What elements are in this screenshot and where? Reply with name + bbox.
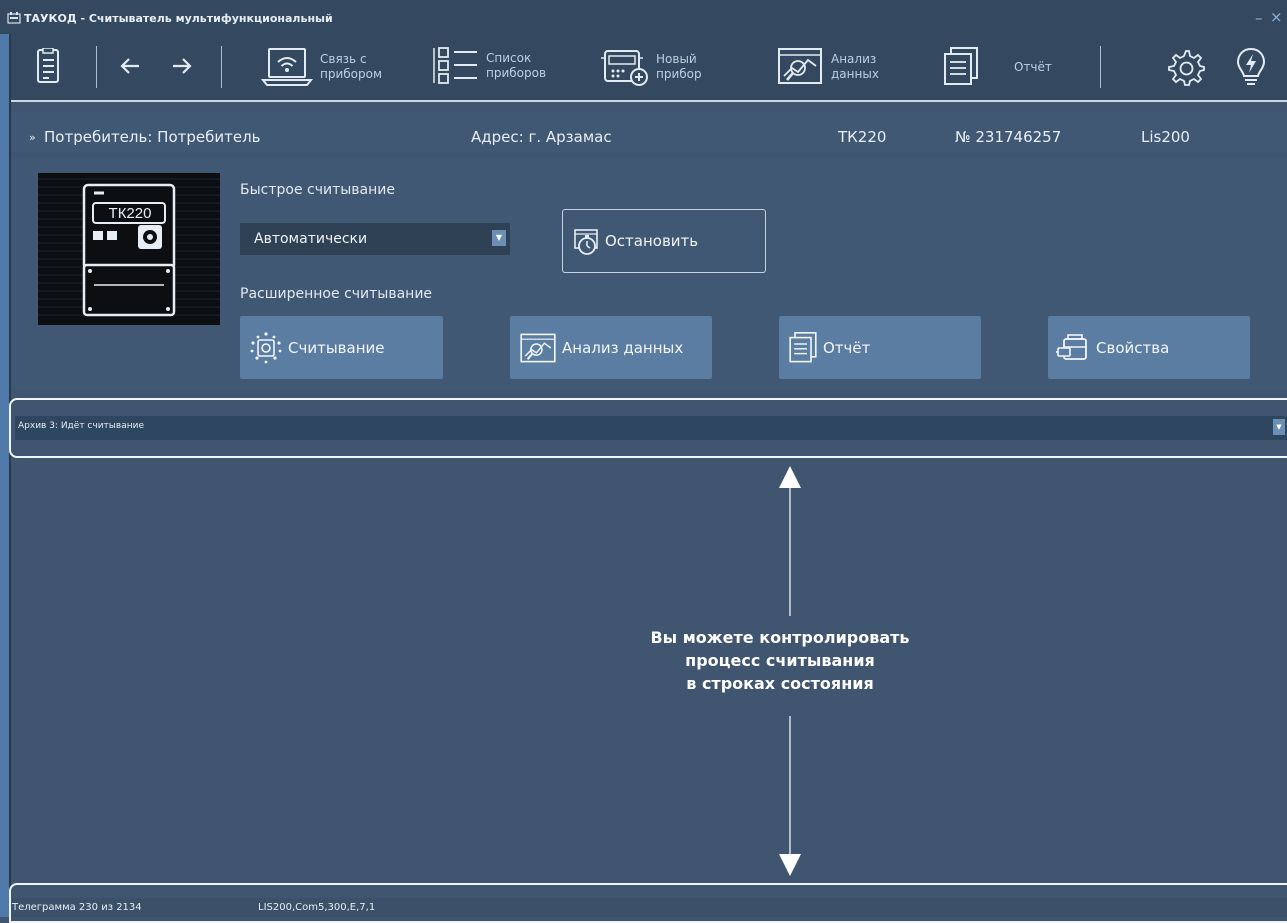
window-title: ТАУКОД - Считыватель мультифункциональны… (24, 12, 333, 25)
report-icon (944, 47, 978, 85)
device-info-bar: » Потребитель: Потребитель Адрес: г. Арз… (11, 112, 1287, 152)
arrow-right-icon (173, 58, 192, 74)
reading-icon (250, 331, 282, 363)
arrow-left-icon (120, 58, 139, 74)
report-icon (789, 331, 817, 362)
toolbar-data-analysis-button[interactable]: Анализ данных (776, 46, 879, 88)
annotation-text: Вы можете контролировать процесс считыва… (580, 626, 980, 695)
read-mode-value: Автоматически (254, 231, 368, 247)
report-button[interactable]: Отчёт (779, 316, 981, 379)
archive-status-line[interactable]: Архив 3: Идёт считывание ▼ (15, 416, 1287, 440)
read-button-label: Считывание (288, 338, 385, 357)
read-mode-select[interactable]: Автоматически ▼ (240, 223, 510, 255)
toolbar-connect-button[interactable]: Связь с прибором (261, 46, 382, 88)
annotation-line: в строках состояния (686, 674, 874, 693)
annotation-line: процесс считывания (685, 651, 875, 670)
connection-params: LIS200,Com5,300,E,7,1 (258, 902, 376, 913)
toolbar-device-list-button[interactable]: Список приборов (433, 46, 546, 86)
data-analysis-button[interactable]: Анализ данных (510, 316, 712, 379)
telegram-counter: Телеграмма 230 из 2134 (12, 902, 142, 913)
toolbar-label: Отчёт (1014, 59, 1052, 74)
window-left-frame (0, 0, 9, 917)
address-label: Адрес: г. Арзамас (471, 128, 612, 146)
app-logo-icon (7, 12, 21, 24)
minimize-button[interactable]: – (1255, 9, 1263, 27)
data-analysis-icon (520, 333, 556, 362)
annotation-line: Вы можете контролировать (650, 628, 910, 647)
chevron-down-icon[interactable]: ▼ (1273, 419, 1285, 435)
toolbar-separator (96, 46, 97, 88)
toolbar-label: Анализ данных (831, 52, 879, 81)
properties-button-label: Свойства (1096, 338, 1170, 357)
back-button[interactable] (119, 56, 141, 76)
device-image (38, 173, 220, 325)
toolbar-report-button[interactable]: Отчёт (941, 46, 1052, 88)
forward-button[interactable] (171, 56, 193, 76)
extended-read-label: Расширенное считывание (240, 286, 433, 302)
data-analysis-button-label: Анализ данных (562, 338, 684, 357)
collapse-toggle-icon[interactable]: » (29, 131, 36, 144)
consumer-label: Потребитель: Потребитель (44, 128, 261, 146)
stopwatch-icon (574, 229, 598, 255)
settings-button[interactable] (1166, 48, 1206, 88)
gear-icon (1168, 50, 1205, 86)
stop-button[interactable]: Остановить (562, 209, 766, 273)
report-button-label: Отчёт (823, 338, 871, 357)
lightbulb-icon (1236, 47, 1266, 85)
quick-read-label: Быстрое считывание (240, 182, 395, 198)
checklist-icon (433, 47, 477, 84)
title-bar: ТАУКОД - Считыватель мультифункциональны… (0, 0, 1287, 34)
device-model-label: ТК220 (838, 128, 887, 146)
properties-button[interactable]: Свойства (1048, 316, 1250, 379)
archive-status-text: Архив 3: Идёт считывание (18, 421, 144, 431)
read-button[interactable]: Считывание (240, 316, 443, 379)
close-button[interactable]: × (1270, 8, 1283, 26)
document-list-icon (37, 48, 59, 83)
corrector-label: Lis200 (1141, 128, 1190, 146)
chevron-down-icon[interactable]: ▼ (492, 230, 506, 246)
properties-icon (1056, 333, 1087, 360)
toolbar-documents-button[interactable] (35, 48, 61, 84)
toolbar-separator (221, 46, 222, 88)
toolbar-label: Список приборов (486, 51, 547, 80)
toolbar-new-device-button[interactable]: Новый прибор (601, 46, 702, 88)
stop-button-label: Остановить (605, 232, 699, 250)
main-toolbar: Связь с прибором Список приборов Новый п… (11, 34, 1287, 100)
power-tips-button[interactable] (1234, 46, 1268, 88)
toolbar-divider (11, 100, 1287, 102)
toolbar-separator (1100, 46, 1101, 88)
toolbar-label: Новый прибор (656, 52, 702, 81)
toolbar-label: Связь с прибором (320, 52, 383, 81)
device-screen-label: ТК220 (108, 205, 152, 222)
laptop-wifi-icon (261, 48, 313, 86)
data-analysis-icon (778, 48, 822, 84)
bottom-status-bar (12, 898, 1287, 917)
new-device-icon (601, 50, 648, 86)
serial-number-label: № 231746257 (955, 128, 1062, 146)
